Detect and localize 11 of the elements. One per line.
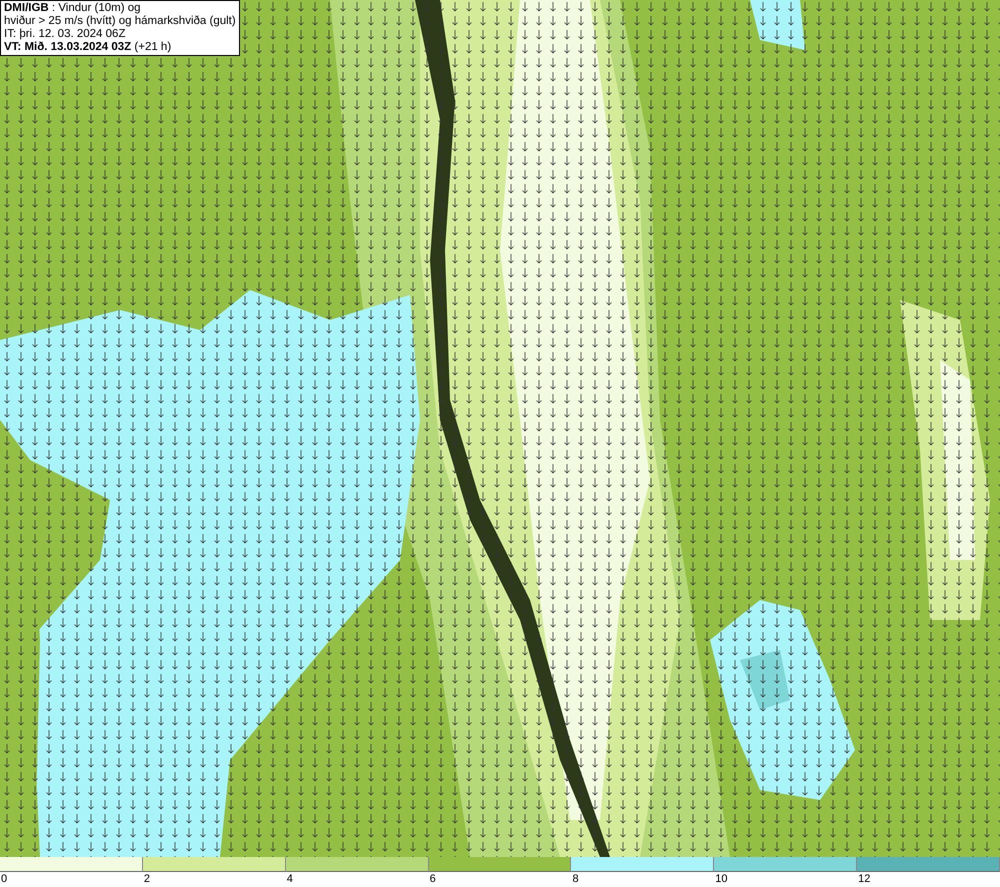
title-line: IT: þri. 12. 03. 2024 06Z — [4, 28, 126, 41]
legend-tick-label: 0 — [0, 872, 8, 886]
legend-tick-label: 12 — [857, 872, 872, 886]
legend-tick-label: 6 — [428, 872, 437, 886]
legend-tick-label: 10 — [714, 872, 729, 886]
legend-tick-label: 2 — [142, 872, 151, 886]
title-line: VT: Mið. 13.03.2024 03Z (+21 h) — [4, 41, 172, 54]
legend-tick-label: 8 — [571, 872, 580, 886]
legend-tick-label: 4 — [286, 872, 294, 886]
title-line: hviður > 25 m/s (hvítt) og hámarkshviða (gult) — [4, 15, 236, 28]
title-line: DMI/IGB : Vindur (10m) og — [4, 2, 142, 15]
